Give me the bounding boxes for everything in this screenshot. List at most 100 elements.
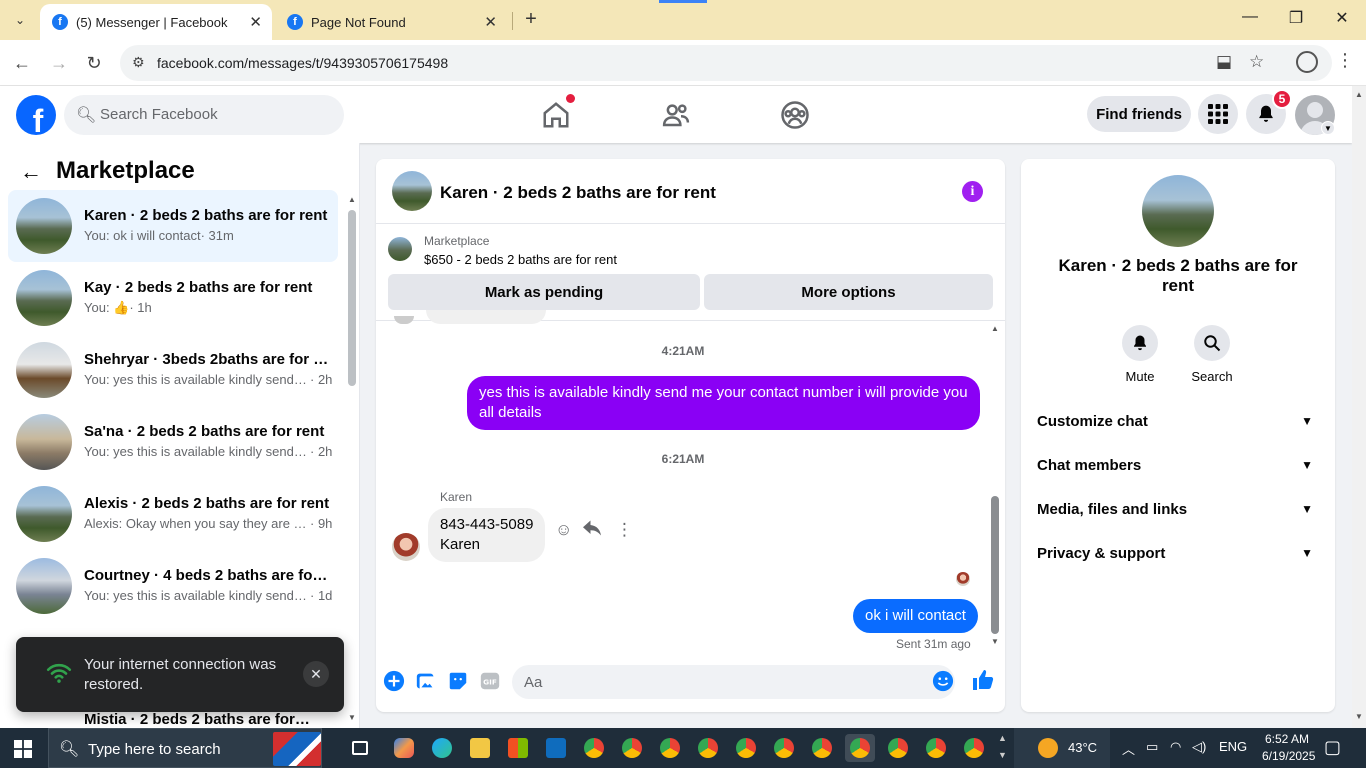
more-options-button[interactable]: More options [704,274,993,310]
back-icon[interactable]: ← [9,50,35,76]
chrome-menu-icon[interactable]: ⋮ [1336,50,1354,71]
listing-thumbnail[interactable] [388,237,412,261]
search-conversation-button[interactable]: Search [1182,325,1242,384]
chat-list-scrollbar[interactable]: ▲ ▼ [346,195,358,725]
chat-item-karen[interactable]: Karen · 2 beds 2 baths are for rent You:… [8,190,338,262]
chrome-icon[interactable] [655,734,685,762]
facebook-logo-icon[interactable]: f [16,95,56,135]
bookmark-star-icon[interactable]: ☆ [1249,52,1264,72]
chrome-icon[interactable] [693,734,723,762]
listing-title[interactable]: $650 - 2 beds 2 baths are for rent [424,252,617,267]
media-files-links-section[interactable]: Media, files and links ▼ [1037,493,1319,525]
reply-icon[interactable] [583,520,601,541]
taskbar-overflow-arrows-icon[interactable]: ▲ ▼ [998,730,1007,764]
facebook-search-input[interactable]: 🔍︎ Search Facebook [64,95,344,135]
edge-icon[interactable] [427,734,457,762]
page-scrollbar[interactable]: ▲ ▼ [1352,86,1366,728]
volume-icon[interactable]: ◁) [1192,739,1206,755]
chat-item-courtney[interactable]: Courtney · 4 beds 2 baths are for rent Y… [8,550,338,622]
forward-icon[interactable]: → [46,50,72,76]
chat-item-shehryar[interactable]: Shehryar · 3beds 2baths are for rent You… [8,334,338,406]
message-input[interactable]: Aa [512,665,955,699]
close-tab-icon[interactable]: ✕ [249,13,262,31]
chrome-icon[interactable] [731,734,761,762]
notifications-center-icon[interactable]: ▢ [1324,737,1341,758]
chrome-icon[interactable] [769,734,799,762]
outlook-icon[interactable] [541,734,571,762]
chat-item-kay[interactable]: Kay · 2 beds 2 baths are for rent You: 👍… [8,262,338,334]
taskbar-clock[interactable]: 6:52 AM 6/19/2025 [1262,731,1315,765]
react-emoji-icon[interactable]: ☺ [555,520,572,540]
back-arrow-icon[interactable]: ← [20,159,42,185]
mute-button[interactable]: Mute [1110,325,1170,384]
scroll-down-icon[interactable]: ▼ [991,637,999,646]
tab-messenger[interactable]: f (5) Messenger | Facebook ✕ [40,4,272,40]
scroll-down-icon[interactable]: ▼ [1355,712,1363,721]
thumbs-up-icon[interactable] [971,668,995,692]
customize-chat-section[interactable]: Customize chat ▼ [1037,405,1319,437]
chrome-icon[interactable] [883,734,913,762]
minimize-icon[interactable]: — [1238,8,1262,26]
info-icon[interactable]: i [962,181,983,202]
chrome-icon[interactable] [921,734,951,762]
scroll-down-icon[interactable]: ▼ [348,713,356,722]
find-friends-button[interactable]: Find friends [1087,96,1191,132]
chrome-icon[interactable] [579,734,609,762]
scroll-up-icon[interactable]: ▲ [1355,90,1363,99]
task-view-icon[interactable] [345,734,375,762]
incoming-message[interactable]: 843-443-5089 Karen [428,508,546,562]
scroll-up-icon[interactable]: ▲ [991,324,999,333]
chrome-icon-active[interactable] [845,734,875,762]
friends-icon[interactable] [661,100,691,130]
account-chevron-icon[interactable]: ▼ [1321,121,1335,135]
scrollbar-thumb[interactable] [991,496,999,634]
groups-icon[interactable] [780,100,810,130]
emoji-icon[interactable] [932,670,954,692]
microsoft-store-icon[interactable] [503,734,533,762]
chrome-profile-icon[interactable] [1296,51,1318,73]
conversation-thumbnail[interactable] [392,171,432,211]
gif-icon[interactable]: GIF [479,670,501,692]
weather-widget[interactable]: 43°C [1014,728,1110,768]
scroll-up-icon[interactable]: ▲ [348,195,356,204]
close-tab-icon[interactable]: ✕ [484,13,497,31]
chrome-icon[interactable] [617,734,647,762]
home-icon[interactable] [541,94,575,130]
url-field[interactable]: ⚙ facebook.com/messages/t/94393057061754… [120,45,1332,81]
taskbar-search-box[interactable]: 🔍︎ Type here to search [48,728,322,768]
file-explorer-icon[interactable] [465,734,495,762]
install-app-icon[interactable]: ⬓ [1216,52,1232,72]
photo-icon[interactable] [415,670,437,692]
chat-item-mistia[interactable]: Mistia · 2 beds 2 baths are for rent [84,711,314,728]
close-window-icon[interactable]: ✕ [1330,8,1354,28]
sticker-icon[interactable] [447,670,469,692]
network-icon[interactable]: ◠ [1170,739,1181,755]
sender-avatar[interactable] [392,533,420,561]
menu-grid-icon[interactable] [1198,94,1238,134]
close-toast-icon[interactable]: ✕ [303,661,329,687]
new-tab-icon[interactable]: + [520,8,542,31]
windows-start-icon[interactable] [14,740,32,758]
maximize-icon[interactable]: ❐ [1284,8,1308,28]
listing-thumbnail[interactable] [1142,175,1214,247]
battery-icon[interactable]: ▭ [1146,739,1158,755]
site-settings-icon[interactable]: ⚙ [132,54,145,71]
reload-icon[interactable]: ↻ [81,50,107,76]
outgoing-message[interactable]: ok i will contact [853,599,978,633]
more-actions-icon[interactable]: ⋮ [616,520,633,540]
chat-members-section[interactable]: Chat members ▼ [1037,449,1319,481]
chat-item-alexis[interactable]: Alexis · 2 beds 2 baths are for rent Ale… [8,478,338,550]
tab-search-chevron-icon[interactable]: ⌄ [6,8,34,32]
conversation-title[interactable]: Karen · 2 beds 2 baths are for rent [440,183,716,203]
privacy-support-section[interactable]: Privacy & support ▼ [1037,537,1319,569]
tray-chevron-up-icon[interactable]: ︿ [1122,739,1135,758]
language-indicator[interactable]: ENG [1219,739,1247,754]
outgoing-message[interactable]: yes this is available kindly send me you… [467,376,980,430]
thread-scrollbar[interactable]: ▲ ▼ [989,324,1001,649]
copilot-icon[interactable] [389,734,419,762]
scrollbar-thumb[interactable] [348,210,356,386]
mark-as-pending-button[interactable]: Mark as pending [388,274,700,310]
plus-circle-icon[interactable] [383,670,405,692]
chat-item-sana[interactable]: Sa'na · 2 beds 2 baths are for rent You:… [8,406,338,478]
tab-page-not-found[interactable]: f Page Not Found ✕ [275,4,507,40]
